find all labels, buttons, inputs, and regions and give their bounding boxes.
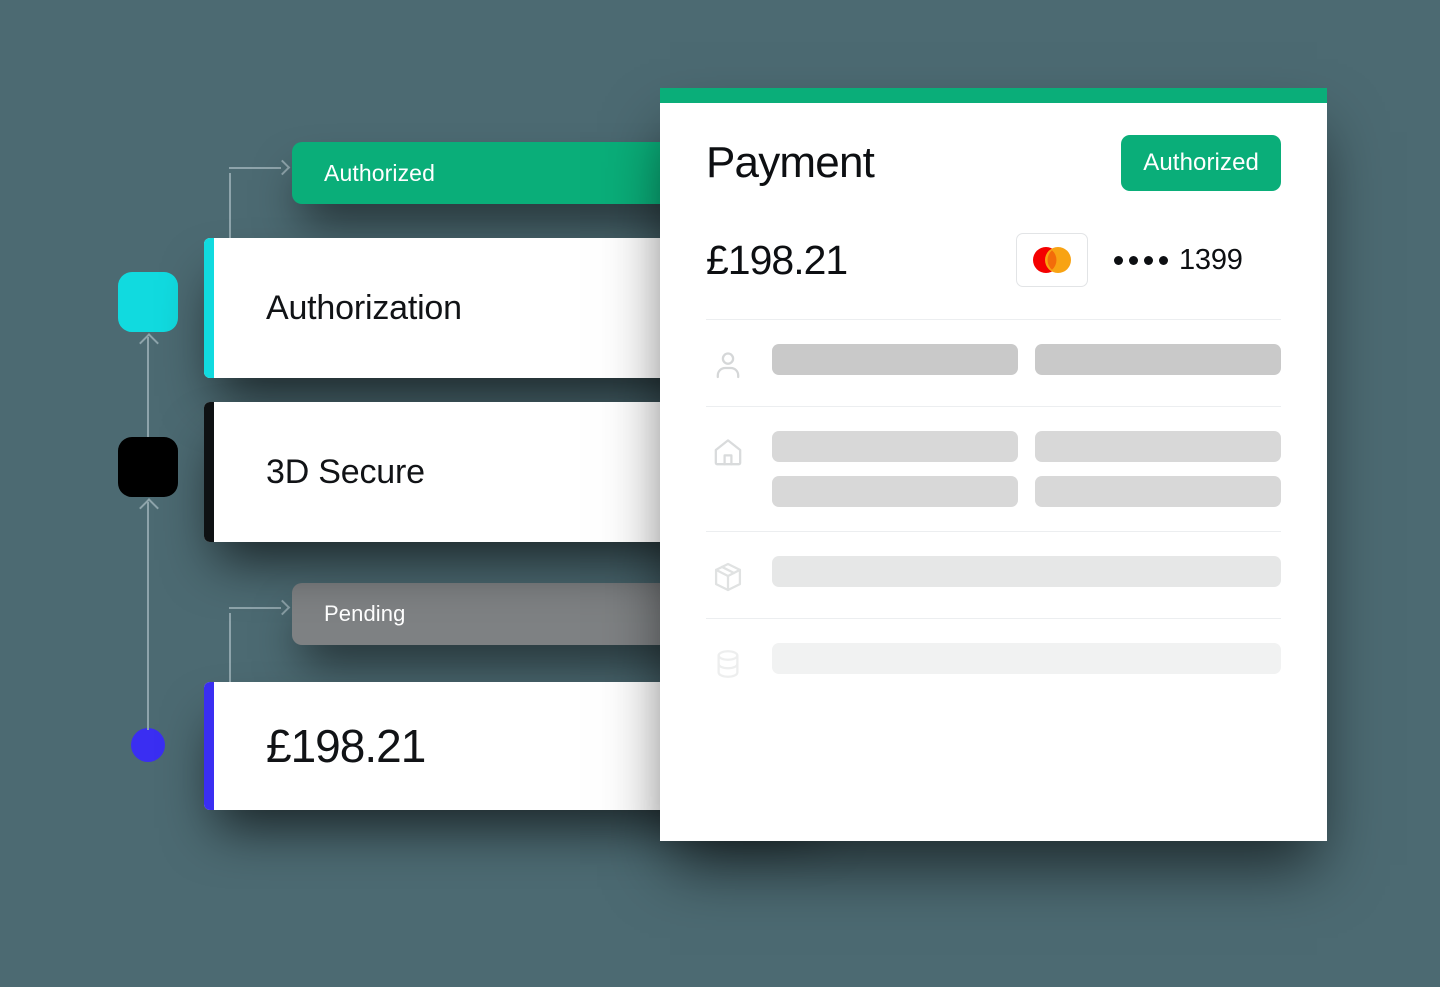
connector-horizontal bbox=[229, 607, 281, 609]
status-pill-label: Authorized bbox=[324, 159, 435, 186]
field-row bbox=[772, 431, 1281, 462]
field-rows bbox=[772, 643, 1281, 674]
field-rows bbox=[772, 344, 1281, 375]
panel-body: Payment Authorized £198.21 1399 bbox=[660, 103, 1327, 705]
amount-row: £198.21 1399 bbox=[706, 233, 1281, 319]
card-accent-bar bbox=[204, 402, 214, 542]
field-row bbox=[772, 556, 1281, 587]
card-accent-bar bbox=[204, 238, 214, 378]
field-group-shipping bbox=[706, 532, 1281, 618]
skeleton-bar bbox=[1035, 476, 1281, 507]
skeleton-bar bbox=[1035, 431, 1281, 462]
3dsecure-marker bbox=[118, 437, 178, 497]
card-label: 3D Secure bbox=[266, 452, 425, 491]
payment-panel: Payment Authorized £198.21 1399 bbox=[660, 88, 1327, 841]
field-group-address bbox=[706, 407, 1281, 531]
connector-authorized bbox=[229, 159, 291, 243]
status-badge: Authorized bbox=[1121, 135, 1281, 191]
timeline-arrow-up-1 bbox=[147, 337, 149, 437]
panel-status-bar bbox=[660, 88, 1327, 103]
panel-header: Payment Authorized bbox=[706, 103, 1281, 191]
card-label: Authorization bbox=[266, 288, 462, 327]
page-title: Payment bbox=[706, 138, 875, 187]
card-last4: 1399 bbox=[1179, 243, 1243, 276]
amount-value: £198.21 bbox=[706, 236, 848, 283]
skeleton-bar bbox=[772, 344, 1018, 375]
status-pill-label: Pending bbox=[324, 601, 406, 626]
authorization-marker bbox=[118, 272, 178, 332]
connector-vertical bbox=[229, 173, 231, 243]
amount-marker bbox=[131, 728, 165, 762]
field-group-records bbox=[706, 619, 1281, 705]
connector-vertical bbox=[229, 613, 231, 687]
database-icon bbox=[706, 643, 750, 681]
skeleton-bar bbox=[772, 556, 1281, 587]
skeleton-bar bbox=[1035, 344, 1281, 375]
card-number-mask: 1399 bbox=[1114, 244, 1243, 277]
person-icon bbox=[706, 344, 750, 382]
field-row bbox=[772, 476, 1281, 507]
skeleton-bar bbox=[772, 643, 1281, 674]
card-label: £198.21 bbox=[266, 720, 426, 772]
timeline-arrow-up-2 bbox=[147, 502, 149, 730]
field-group-customer bbox=[706, 320, 1281, 406]
mastercard-icon bbox=[1016, 233, 1088, 287]
field-row bbox=[772, 344, 1281, 375]
card-accent-bar bbox=[204, 682, 214, 810]
skeleton-bar bbox=[772, 476, 1018, 507]
connector-arrowhead-icon bbox=[274, 599, 291, 616]
field-row bbox=[772, 643, 1281, 674]
package-icon bbox=[706, 556, 750, 594]
connector-horizontal bbox=[229, 167, 281, 169]
home-icon bbox=[706, 431, 750, 469]
field-rows bbox=[772, 431, 1281, 507]
card-mask-dots-icon bbox=[1114, 255, 1168, 265]
illustration-stage: Authorized Pending Authorization 3D Secu… bbox=[0, 0, 1440, 987]
field-rows bbox=[772, 556, 1281, 587]
connector-arrowhead-icon bbox=[274, 159, 291, 176]
skeleton-bar bbox=[772, 431, 1018, 462]
connector-pending bbox=[229, 599, 291, 687]
